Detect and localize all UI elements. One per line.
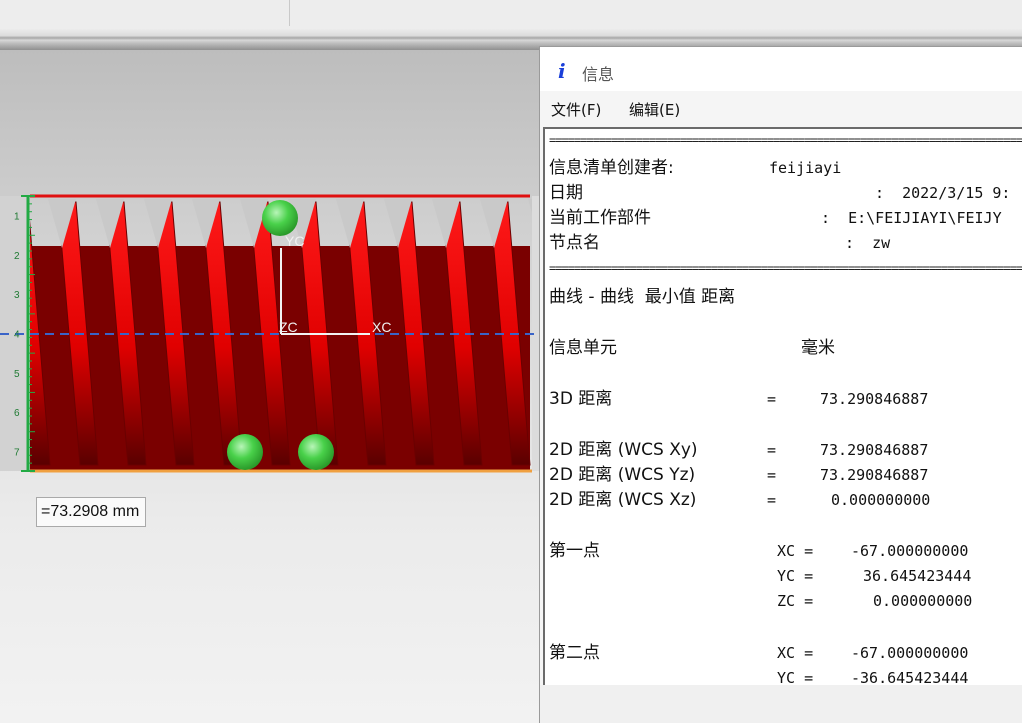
distance-2d-xz-label: 2D 距离 (WCS Xz) <box>549 490 697 510</box>
creator-value: feijiayi <box>769 159 842 177</box>
graphics-viewport[interactable]: YC ZC XC 1 2 3 4 5 6 7 =73.2908 mm <box>0 50 540 722</box>
first-point-yc-value: 36.645423444 <box>863 567 972 585</box>
first-point-zc-label: ZC = <box>777 592 814 610</box>
ruler-tick-label: 4 <box>14 330 20 341</box>
distance-2d-yz-label: 2D 距离 (WCS Yz) <box>549 465 696 485</box>
menu-file[interactable]: 文件(F) <box>551 99 601 120</box>
second-point-yc-label: YC = <box>777 669 814 685</box>
ruler-tick-label: 3 <box>14 290 20 301</box>
window-title: 信息 <box>582 65 615 84</box>
toolbar-separator <box>289 0 290 26</box>
ruler-tick-label: 2 <box>14 251 20 262</box>
info-icon: i <box>558 59 566 83</box>
top-point-handle <box>262 200 298 236</box>
second-point-xc-value: -67.000000000 <box>851 644 969 662</box>
menu-edit[interactable]: 编辑(E) <box>629 99 680 120</box>
part-value: : E:\FEIJIAYI\FEIJY <box>821 209 1002 227</box>
xc-axis-label: XC <box>372 319 391 335</box>
menu-bar: 文件(F) 编辑(E) <box>540 91 1022 125</box>
ruler-tick-label: 5 <box>14 369 20 380</box>
first-point-zc-value: 0.000000000 <box>873 592 973 610</box>
information-window[interactable]: i 信息 文件(F) 编辑(E) =======================… <box>539 46 1022 723</box>
bottom-point-handle-left <box>227 434 263 470</box>
ruler-tick-label: 6 <box>14 408 20 419</box>
part-label: 当前工作部件 <box>549 208 651 228</box>
separator-line: ========================================… <box>549 261 1022 275</box>
bottom-point-handle-right <box>298 434 334 470</box>
node-label: 节点名 <box>549 233 600 253</box>
distance-dimension-label: =73.2908 mm <box>36 497 147 527</box>
distance-2d-xy-label: 2D 距离 (WCS Xy) <box>549 440 698 460</box>
distance-2d-xz-equals: = <box>767 491 777 509</box>
info-text-area[interactable]: ========================================… <box>543 127 1022 685</box>
title-bar[interactable]: i 信息 <box>540 47 1022 91</box>
first-point-xc-label: XC = <box>777 542 814 560</box>
creator-label: 信息清单创建者: <box>549 158 674 178</box>
separator-line: ========================================… <box>549 133 1022 147</box>
date-label: 日期 <box>549 183 583 203</box>
section-title: 曲线 - 曲线 最小值 距离 <box>549 287 736 307</box>
distance-2d-xz-value: 0.000000000 <box>831 491 931 509</box>
distance-2d-yz-value: 73.290846887 <box>820 466 929 484</box>
second-point-label: 第二点 <box>549 643 600 663</box>
thread-model-scene[interactable]: YC ZC XC 1 2 3 4 5 6 7 <box>0 50 540 722</box>
distance-3d-value: 73.290846887 <box>820 390 929 408</box>
top-toolbar-strip <box>0 0 1022 29</box>
distance-2d-yz-equals: = <box>767 466 777 484</box>
yc-axis-label: YC <box>285 233 304 249</box>
distance-3d-label: 3D 距离 <box>549 389 613 409</box>
ruler-tick-label: 7 <box>14 447 20 458</box>
second-point-yc-value: -36.645423444 <box>851 669 969 685</box>
second-point-xc-label: XC = <box>777 644 814 662</box>
distance-2d-xy-value: 73.290846887 <box>820 441 929 459</box>
first-point-label: 第一点 <box>549 541 600 561</box>
first-point-xc-value: -67.000000000 <box>851 542 969 560</box>
distance-3d-equals: = <box>767 390 777 408</box>
node-value: : zw <box>845 234 891 252</box>
distance-2d-xy-equals: = <box>767 441 777 459</box>
first-point-yc-label: YC = <box>777 567 814 585</box>
unit-value: 毫米 <box>801 338 835 358</box>
date-value: : 2022/3/15 9: <box>875 184 1011 202</box>
window-bottom-edge <box>540 685 1022 723</box>
ruler-tick-label: 1 <box>14 212 20 223</box>
unit-label: 信息单元 <box>549 338 617 358</box>
zc-axis-label: ZC <box>279 319 298 335</box>
